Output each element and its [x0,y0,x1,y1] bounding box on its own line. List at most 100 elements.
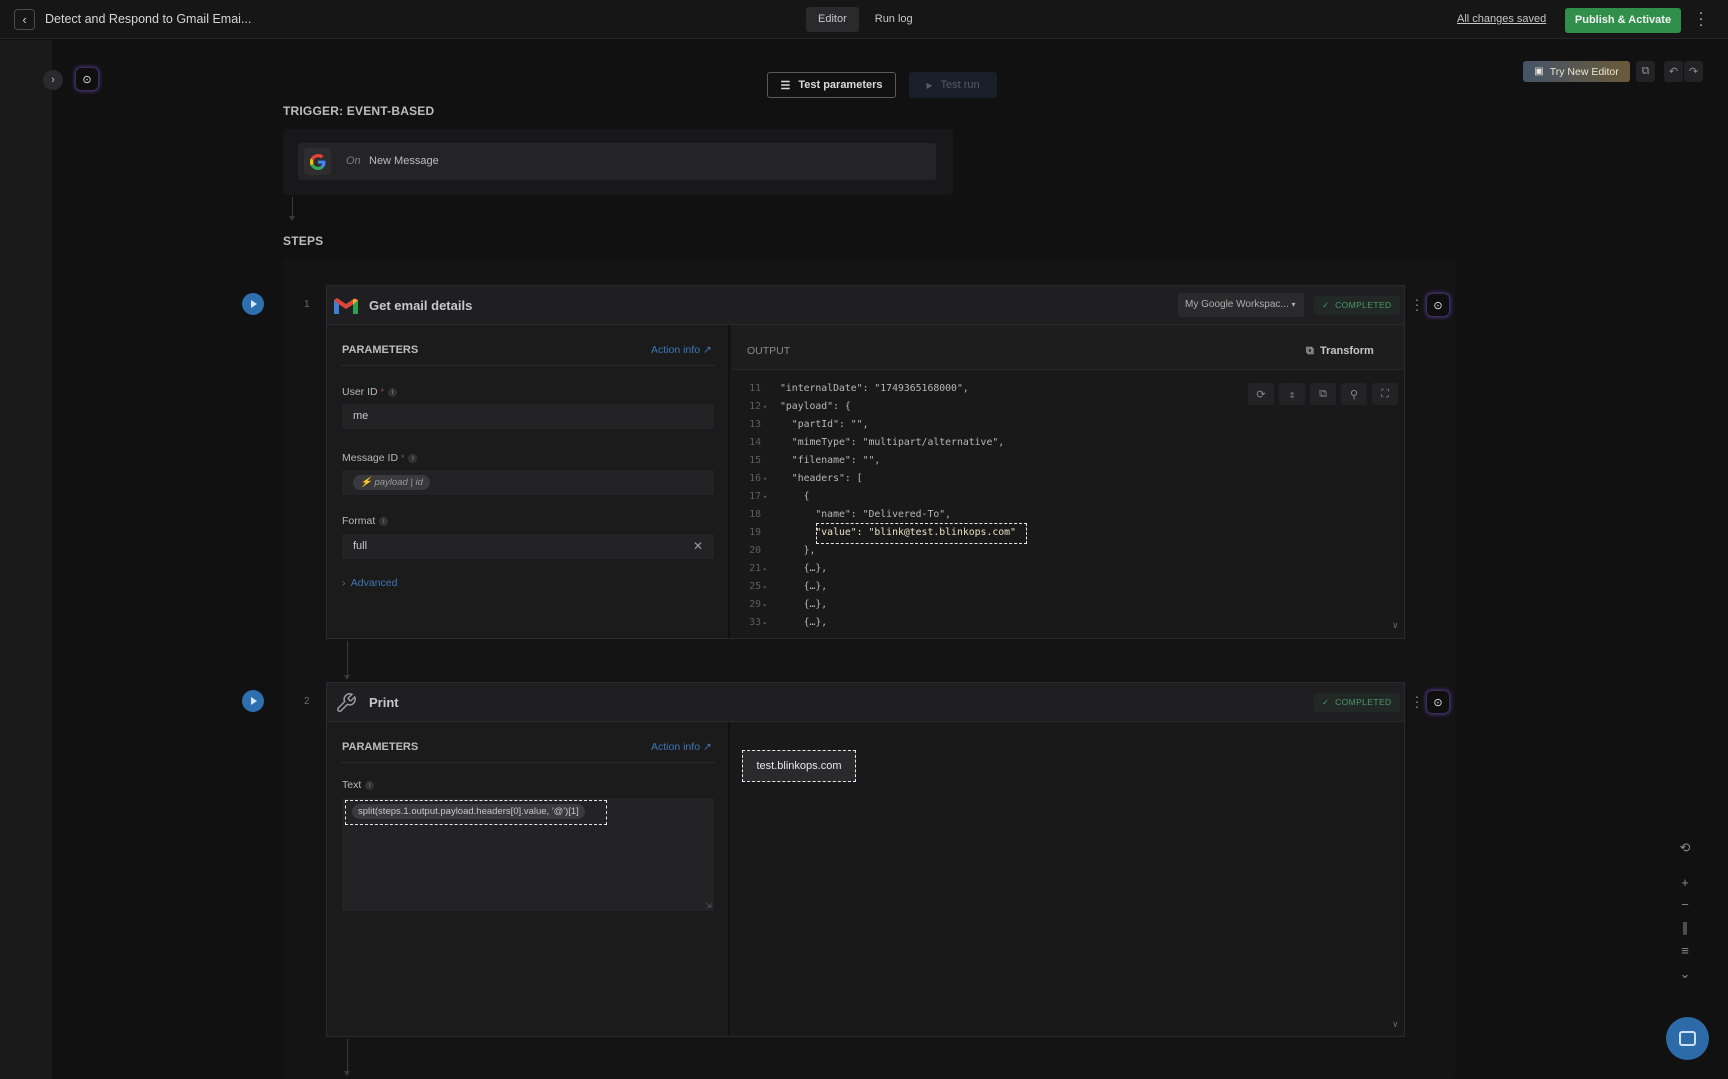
connector-arrow [344,675,350,680]
copy-icon[interactable]: ⧉ [1636,61,1655,82]
resize-handle-icon[interactable]: ⇲ [705,901,712,910]
output-pane: test.blinkops.com ∨ [732,722,1404,1036]
back-button[interactable]: ‹ [14,9,35,30]
transform-icon: ⧉ [1306,345,1314,357]
transform-label: Transform [1319,345,1374,357]
run-step-2-button[interactable] [242,690,264,712]
fold-icon[interactable]: ▸ [763,596,767,614]
action-info-link[interactable]: Action info ↗ [651,741,712,753]
fold-icon[interactable]: ▸ [763,578,767,596]
play-icon [251,300,257,308]
fold-icon[interactable]: ▾ [763,470,767,488]
zoom-in-icon[interactable]: + [1676,875,1694,890]
step-options-icon[interactable]: · · · [1414,292,1420,316]
output-label: OUTPUT [747,345,791,357]
step-options-icon[interactable]: · · · [1414,689,1420,713]
variable-chip[interactable]: ⚡ payload | id [353,474,430,490]
expand-down-icon[interactable]: ∨ [1392,620,1399,631]
step-number: 2 [304,696,310,707]
zoom-out-icon[interactable]: − [1676,897,1694,912]
trigger-event-row[interactable]: On New Message [298,143,936,180]
test-run-button[interactable]: ▶ Test run [909,72,997,98]
required-marker: * [380,387,385,397]
try-new-editor-button[interactable]: ▣ Try New Editor [1523,61,1630,82]
step-header[interactable]: Print ✓ COMPLETED [327,683,1404,722]
search-icon[interactable]: ⚲ [1341,383,1367,405]
info-icon[interactable]: i [408,453,418,463]
format-select[interactable]: full ✕ [342,534,714,559]
parameters-pane: PARAMETERS Action info ↗ User ID * i me M… [327,325,730,638]
text-input[interactable]: split(steps.1.output.payload.headers[0].… [342,798,714,911]
info-icon[interactable]: i [365,780,375,790]
expand-down-icon[interactable]: ∨ [1392,1019,1399,1030]
status-badge: ✓ COMPLETED [1314,296,1400,315]
transform-button[interactable]: ⧉ Transform [1306,345,1374,358]
blink-copilot-icon[interactable]: ⊙ [75,67,99,91]
user-id-input[interactable]: me [342,404,714,429]
run-step-1-button[interactable] [242,293,264,315]
action-info-label: Action info [651,741,701,753]
code-text: "payload": { [780,401,851,412]
user-id-label: User ID * i [342,386,398,398]
chevron-down-icon: ▾ [1291,300,1296,309]
line-number: 16 [749,473,761,484]
chat-support-button[interactable] [1666,1017,1709,1060]
reset-view-icon[interactable]: ⟲ [1676,840,1694,856]
action-info-link[interactable]: Action info ↗ [651,344,712,356]
print-output-result: test.blinkops.com [742,750,856,782]
publish-activate-button[interactable]: Publish & Activate [1565,8,1681,33]
code-text: "partId": "", [780,419,869,430]
connector-line [347,641,348,676]
view-tabs: Editor Run log [806,7,925,32]
collapse-icon[interactable]: ⌄ [1676,966,1694,982]
test-parameters-button[interactable]: ☰ Test parameters [767,72,896,98]
step-card-print: Print ✓ COMPLETED PARAMETERS Action info… [326,682,1405,1037]
tab-editor[interactable]: Editor [806,7,859,32]
undo-icon[interactable]: ↶ [1664,61,1683,82]
fold-icon[interactable]: ▸ [763,614,767,632]
advanced-toggle[interactable]: › Advanced [342,577,397,589]
save-status[interactable]: All changes saved [1457,13,1546,25]
google-icon [304,148,331,175]
fullscreen-icon[interactable]: ⛶ [1372,383,1398,405]
fit-height-icon[interactable]: ≡ [1676,943,1694,958]
refresh-icon[interactable]: ⟳ [1248,383,1274,405]
check-icon: ✓ [1322,300,1330,310]
tab-run-log[interactable]: Run log [863,7,925,32]
editor-icon: ▣ [1534,66,1544,77]
clear-icon[interactable]: ✕ [693,534,703,559]
expand-panel-button[interactable]: › [43,70,63,90]
more-options-icon[interactable]: · · · [1697,5,1705,32]
text-label-text: Text [342,779,362,791]
blink-copilot-icon[interactable]: ⊙ [1426,293,1450,317]
line-number: 33 [749,617,761,628]
collapse-all-icon[interactable]: ⇕ [1279,383,1305,405]
fit-width-icon[interactable]: ∥ [1676,920,1694,936]
top-bar: ‹ Detect and Respond to Gmail Emai... Ed… [0,0,1728,39]
step-title: Get email details [369,298,473,313]
connection-select[interactable]: My Google Workspac... ▾ [1178,293,1304,317]
step-header[interactable]: Get email details My Google Workspac... … [327,286,1404,325]
left-panel-strip [0,40,52,1079]
code-text: }, [780,545,816,556]
redo-icon[interactable]: ↷ [1684,61,1703,82]
external-link-icon: ↗ [702,344,712,356]
trigger-block: On New Message [283,129,953,195]
line-number: 17 [749,491,761,502]
blink-copilot-icon[interactable]: ⊙ [1426,690,1450,714]
fold-icon[interactable]: ▾ [763,488,767,506]
code-text: {…}, [780,563,828,574]
info-icon[interactable]: i [388,387,398,397]
play-icon: ▶ [926,80,933,90]
test-run-label: Test run [940,79,980,91]
message-id-input[interactable]: ⚡ payload | id [342,470,714,495]
copy-icon[interactable]: ⧉ [1310,383,1336,405]
fold-icon[interactable]: ▾ [763,398,767,416]
user-id-label-text: User ID [342,386,378,398]
wrench-icon [333,691,359,715]
connector-arrow [289,216,295,221]
line-number: 21 [749,563,761,574]
fold-icon[interactable]: ▸ [763,560,767,578]
info-icon[interactable]: i [379,516,389,526]
workflow-title[interactable]: Detect and Respond to Gmail Emai... [45,12,251,26]
